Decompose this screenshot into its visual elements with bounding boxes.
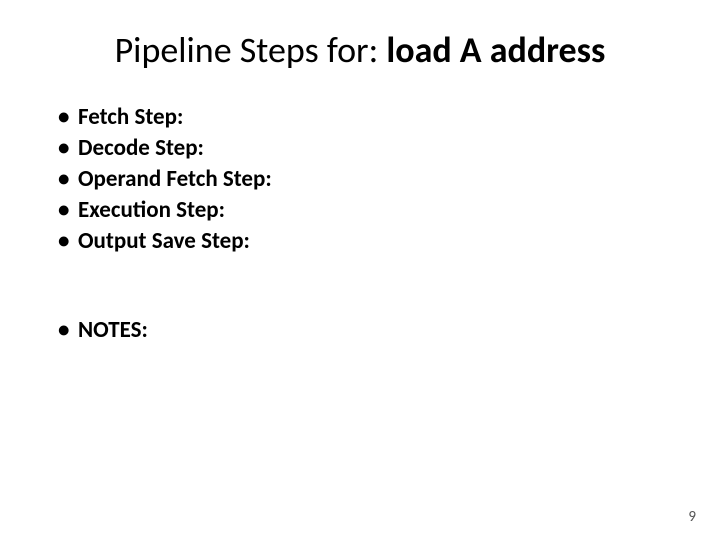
title-prefix: Pipeline Steps for: <box>115 28 387 72</box>
bullet-list: • Fetch Step: • Decode Step: • Operand F… <box>58 102 670 346</box>
bullet-text: Operand Fetch Step: <box>78 164 272 195</box>
spacer <box>58 257 670 315</box>
notes-label: NOTES: <box>78 315 148 346</box>
bullet-icon: • <box>58 133 78 164</box>
bullet-icon: • <box>58 195 78 226</box>
bullet-icon: • <box>58 315 78 346</box>
bullet-icon: • <box>58 102 78 133</box>
slide: Pipeline Steps for: load A address • Fet… <box>0 0 720 540</box>
list-item: • Output Save Step: <box>58 226 670 257</box>
bullet-text: Output Save Step: <box>78 226 250 257</box>
bullet-icon: • <box>58 226 78 257</box>
list-item: • Decode Step: <box>58 133 670 164</box>
page-number: 9 <box>688 508 696 526</box>
bullet-text: Execution Step: <box>78 195 225 226</box>
notes-item: • NOTES: <box>58 315 670 346</box>
bullet-text: Decode Step: <box>78 133 204 164</box>
bullet-icon: • <box>58 164 78 195</box>
list-item: • Operand Fetch Step: <box>58 164 670 195</box>
list-item: • Fetch Step: <box>58 102 670 133</box>
bullet-text: Fetch Step: <box>78 102 183 133</box>
page-title: Pipeline Steps for: load A address <box>50 28 670 72</box>
list-item: • Execution Step: <box>58 195 670 226</box>
title-bold: load A address <box>386 28 605 72</box>
